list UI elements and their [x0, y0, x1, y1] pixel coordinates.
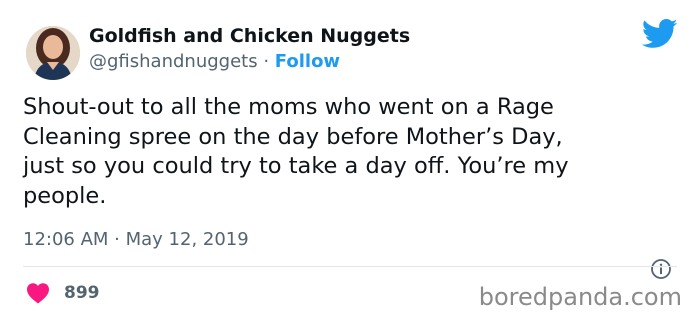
separator-dot: ·	[263, 51, 270, 72]
tweet-text-line: just so you could try to take a day off.…	[23, 153, 569, 179]
tweet-text-line: Shout-out to all the moms who went on a …	[23, 94, 554, 120]
author-name[interactable]: Goldfish and Chicken Nuggets	[89, 25, 410, 47]
avatar[interactable]	[26, 26, 80, 80]
tweet-text-line: Cleaning spree on the day before Mother’…	[23, 123, 563, 150]
tweet-text-line: people.	[23, 182, 107, 209]
follow-button[interactable]: Follow	[275, 51, 340, 72]
divider	[23, 266, 677, 267]
info-icon[interactable]	[650, 258, 672, 280]
tweet-text: Shout-out to all the moms who went on a …	[23, 93, 673, 211]
like-button[interactable]: 899	[26, 282, 100, 304]
twitter-bird-icon[interactable]	[642, 19, 678, 49]
watermark: boredpanda.com	[478, 283, 682, 311]
user-avatar-icon	[26, 26, 80, 80]
author-handle[interactable]: @gfishandnuggets	[89, 51, 258, 72]
heart-icon	[27, 283, 49, 304]
tweet-timestamp[interactable]: 12:06 AM · May 12, 2019	[23, 229, 249, 251]
author-handle-row: @gfishandnuggets · Follow	[89, 51, 340, 73]
like-count: 899	[64, 283, 100, 303]
